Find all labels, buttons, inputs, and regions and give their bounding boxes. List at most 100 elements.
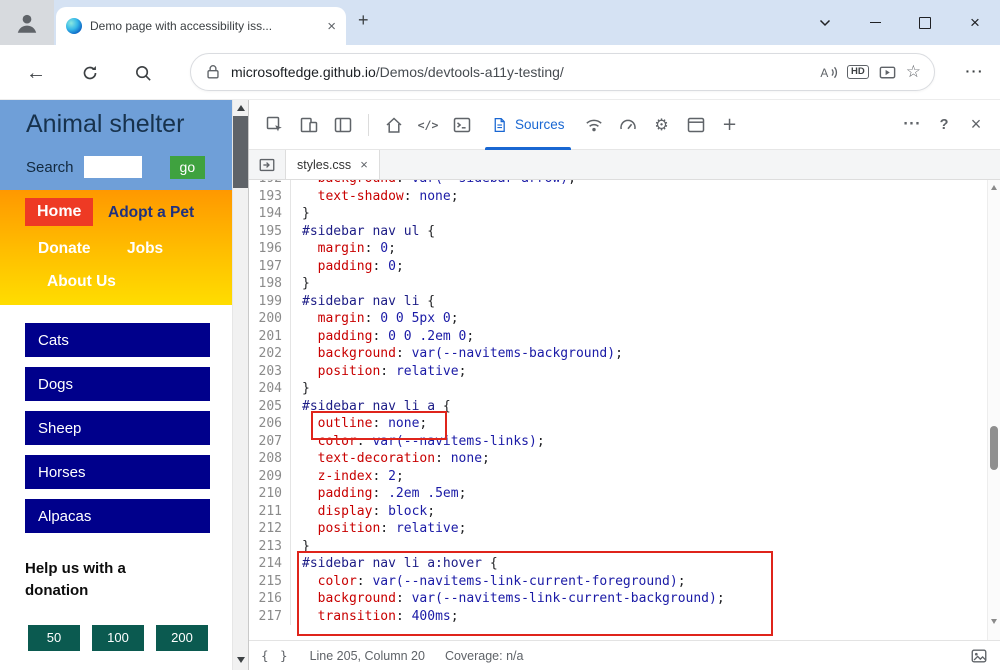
page-main-nav: Home Adopt a Pet Donate Jobs About Us <box>0 190 232 305</box>
favorites-star-icon[interactable]: ☆ <box>906 64 921 81</box>
search-row: Search go <box>26 156 205 179</box>
category-button[interactable]: Sheep <box>25 411 210 445</box>
tab-performance-icon[interactable] <box>612 109 644 141</box>
code-line[interactable]: 192 background: var(--sidebar-arrow); <box>249 180 987 188</box>
code-line[interactable]: 205#sidebar nav li a { <box>249 398 987 416</box>
tab-network-icon[interactable] <box>578 109 610 141</box>
code-line[interactable]: 211 display: block; <box>249 503 987 521</box>
close-window-button[interactable]: × <box>950 0 1000 45</box>
address-bar[interactable]: microsoftedge.github.io/Demos/devtools-a… <box>190 53 935 91</box>
code-line[interactable]: 195#sidebar nav ul { <box>249 223 987 241</box>
nav-item-home[interactable]: Home <box>25 198 93 226</box>
code-line[interactable]: 198} <box>249 275 987 293</box>
donation-amount-button[interactable]: 200 <box>156 625 208 651</box>
pretty-print-icon[interactable]: { } <box>261 648 290 663</box>
nav-item-adopt-a-pet[interactable]: Adopt a Pet <box>108 204 194 222</box>
panel-layout-icon[interactable] <box>327 109 359 141</box>
more-tools-plus-icon[interactable]: + <box>714 109 746 141</box>
tab-memory-icon[interactable]: ⚙ <box>646 109 678 141</box>
category-button[interactable]: Dogs <box>25 367 210 401</box>
scroll-down-arrow-icon[interactable] <box>237 657 245 663</box>
editor-scrollbar-thumb[interactable] <box>990 426 998 470</box>
code-line[interactable]: 197 padding: 0; <box>249 258 987 276</box>
category-nav: Cats Dogs Sheep Horses Alpacas <box>0 305 232 533</box>
devtools-close-icon[interactable]: × <box>960 109 992 141</box>
code-line[interactable]: 204} <box>249 380 987 398</box>
code-line[interactable]: 201 padding: 0 0 .2em 0; <box>249 328 987 346</box>
tab-application-icon[interactable] <box>680 109 712 141</box>
tab-sources[interactable]: Sources <box>480 100 576 150</box>
code-line[interactable]: 215 color: var(--navitems-link-current-f… <box>249 573 987 591</box>
category-button[interactable]: Alpacas <box>25 499 210 533</box>
code-line[interactable]: 200 margin: 0 0 5px 0; <box>249 310 987 328</box>
device-emulation-icon[interactable] <box>293 109 325 141</box>
code-line[interactable]: 213} <box>249 538 987 556</box>
code-line[interactable]: 202 background: var(--navitems-backgroun… <box>249 345 987 363</box>
tab-elements-icon[interactable]: </> <box>412 109 444 141</box>
donation-buttons: 50 100 200 <box>28 625 232 651</box>
code-line[interactable]: 207 color: var(--navitems-links); <box>249 433 987 451</box>
code-line[interactable]: 196 margin: 0; <box>249 240 987 258</box>
category-button[interactable]: Cats <box>25 323 210 357</box>
search-button[interactable] <box>129 59 157 87</box>
editor-scrollbar[interactable] <box>987 180 1000 640</box>
code-line[interactable]: 216 background: var(--navitems-link-curr… <box>249 590 987 608</box>
search-input[interactable] <box>84 156 142 178</box>
code-editor[interactable]: 192 background: var(--sidebar-arrow);193… <box>249 180 1000 640</box>
code-line[interactable]: 208 text-decoration: none; <box>249 450 987 468</box>
category-button[interactable]: Horses <box>25 455 210 489</box>
code-line[interactable]: 209 z-index: 2; <box>249 468 987 486</box>
inspect-element-icon[interactable] <box>259 109 291 141</box>
code-line[interactable]: 203 position: relative; <box>249 363 987 381</box>
tab-close-icon[interactable]: × <box>327 19 336 34</box>
code-line[interactable]: 193 text-shadow: none; <box>249 188 987 206</box>
site-info-lock-icon[interactable] <box>204 63 222 81</box>
edge-logo-icon <box>66 18 82 34</box>
profile-avatar[interactable] <box>0 0 54 45</box>
devtools-help-icon[interactable]: ? <box>928 109 960 141</box>
donation-amount-button[interactable]: 50 <box>28 625 80 651</box>
browser-tab[interactable]: Demo page with accessibility iss... × <box>56 7 346 45</box>
hd-badge[interactable]: HD <box>847 65 869 79</box>
code-line[interactable]: 212 position: relative; <box>249 520 987 538</box>
go-button[interactable]: go <box>170 156 206 179</box>
page-scrollbar-thumb[interactable] <box>233 116 248 188</box>
search-label: Search <box>26 159 74 176</box>
tab-welcome-home-icon[interactable] <box>378 109 410 141</box>
code-line[interactable]: 214#sidebar nav li a:hover { <box>249 555 987 573</box>
svg-text:A: A <box>820 65 828 79</box>
tab-list-chevron-icon[interactable] <box>800 0 850 45</box>
minimize-button[interactable] <box>850 0 900 45</box>
devtools-more-menu-icon[interactable]: ··· <box>896 109 928 141</box>
image-preview-icon[interactable] <box>970 647 988 665</box>
title-bar: Demo page with accessibility iss... × + … <box>0 0 1000 45</box>
nav-item-about-us[interactable]: About Us <box>47 273 116 291</box>
maximize-button[interactable] <box>900 0 950 45</box>
code-line[interactable]: 194} <box>249 205 987 223</box>
code-line[interactable]: 217 transition: 400ms; <box>249 608 987 626</box>
code-line[interactable]: 206 outline: none; <box>249 415 987 433</box>
code-line[interactable]: 210 padding: .2em .5em; <box>249 485 987 503</box>
file-tab-styles-css[interactable]: styles.css × <box>285 150 380 179</box>
code-line[interactable]: 199#sidebar nav li { <box>249 293 987 311</box>
page-scrollbar[interactable] <box>232 100 248 670</box>
cursor-position-text: Line 205, Column 20 <box>310 649 425 663</box>
editor-status-bar: { } Line 205, Column 20 Coverage: n/a <box>249 640 1000 670</box>
page-header: Animal shelter Search go <box>0 100 232 190</box>
editor-scroll-up-icon[interactable] <box>991 185 997 190</box>
tab-console-icon[interactable] <box>446 109 478 141</box>
new-tab-button[interactable]: + <box>358 10 369 31</box>
back-button[interactable]: ← <box>22 59 50 87</box>
navigator-toggle-icon[interactable] <box>249 150 285 179</box>
media-controls-icon[interactable] <box>878 63 897 82</box>
read-aloud-icon[interactable]: A <box>819 63 838 82</box>
sources-file-icon <box>491 116 508 134</box>
refresh-button[interactable] <box>76 59 104 87</box>
file-tab-close-icon[interactable]: × <box>360 158 368 171</box>
donation-amount-button[interactable]: 100 <box>92 625 144 651</box>
nav-item-donate[interactable]: Donate <box>38 240 91 258</box>
browser-more-menu-icon[interactable]: ··· <box>966 63 985 79</box>
scroll-up-arrow-icon[interactable] <box>237 105 245 111</box>
nav-item-jobs[interactable]: Jobs <box>127 240 163 258</box>
editor-scroll-down-icon[interactable] <box>991 619 997 624</box>
